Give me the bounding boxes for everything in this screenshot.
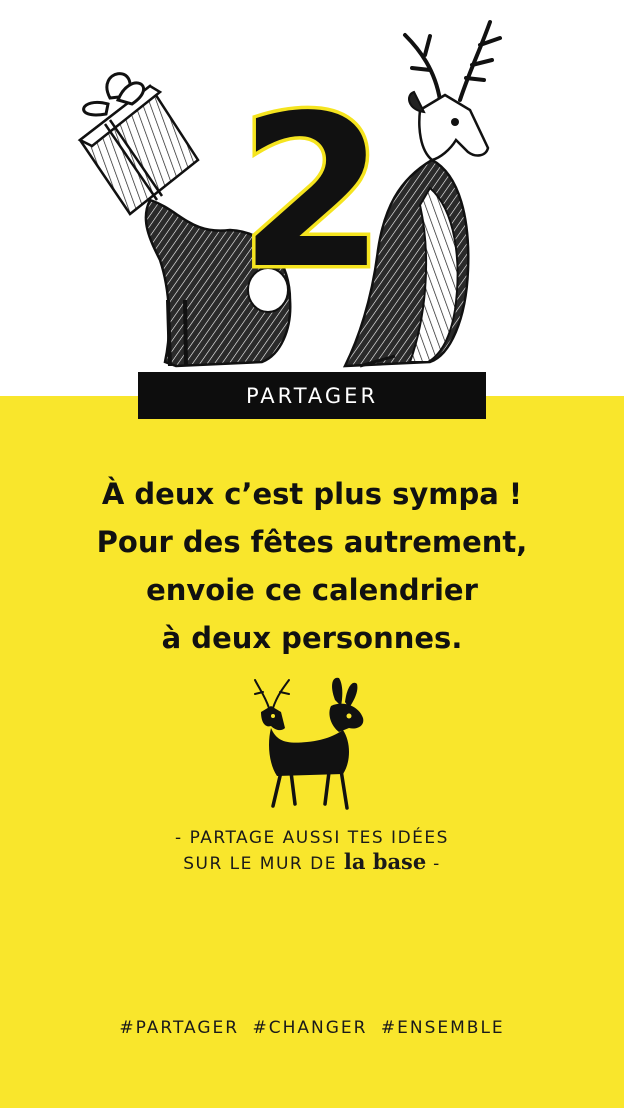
headline-line: À deux c’est plus sympa ! <box>101 477 523 511</box>
share-note-line-1: - PARTAGE AUSSI TES IDÉES <box>175 828 449 848</box>
day-number: 2 <box>235 70 388 315</box>
brand-name: la base <box>343 849 427 874</box>
hashtag: #CHANGER <box>252 1018 368 1038</box>
headline-line: Pour des fêtes autrement, <box>96 525 528 559</box>
headline-line: envoie ce calendrier <box>146 573 478 607</box>
hashtag: #ENSEMBLE <box>380 1018 505 1038</box>
share-note-prefix: SUR LE MUR DE <box>183 854 337 874</box>
category-badge: PARTAGER <box>138 372 486 419</box>
hashtag: #PARTAGER <box>119 1018 240 1038</box>
share-note: - PARTAGE AUSSI TES IDÉES SUR LE MUR DE … <box>20 826 604 876</box>
headline-line: à deux personnes. <box>161 621 463 655</box>
share-note-line-2: SUR LE MUR DE la base - <box>20 850 604 876</box>
headline: À deux c’est plus sympa ! Pour des fêtes… <box>20 470 604 662</box>
hashtags: #PARTAGER #CHANGER #ENSEMBLE <box>0 1018 624 1038</box>
share-note-suffix: - <box>433 854 441 874</box>
deer-rabbit-illustration <box>254 677 364 810</box>
